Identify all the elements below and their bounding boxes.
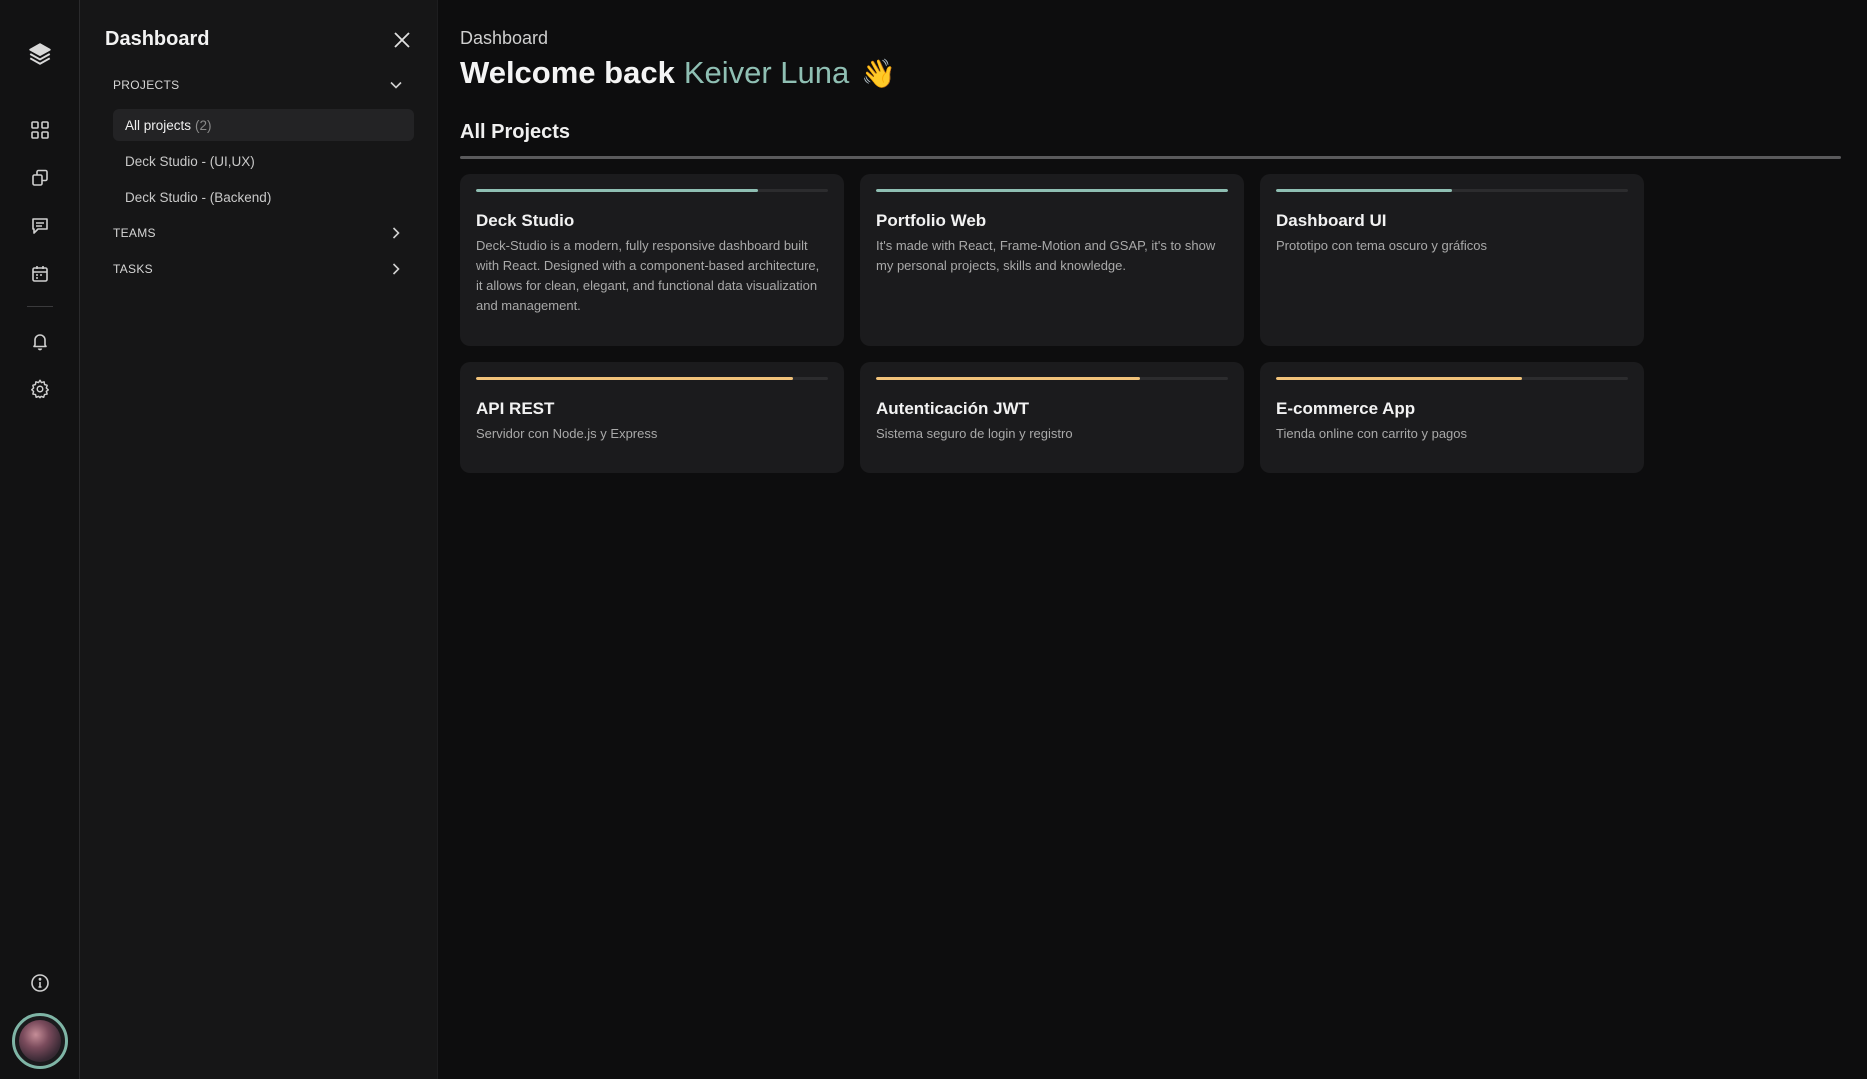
sidebar-item-deck-studio-backend[interactable]: Deck Studio - (Backend) (113, 181, 414, 213)
project-card[interactable]: Portfolio Web It's made with React, Fram… (860, 174, 1244, 346)
project-card[interactable]: E-commerce App Tienda online con carrito… (1260, 362, 1644, 473)
progress-fill (1276, 377, 1523, 380)
main-content: Dashboard Welcome back Keiver Luna 👋 All… (438, 0, 1867, 1079)
project-description: Servidor con Node.js y Express (476, 426, 658, 441)
page-title: Welcome back Keiver Luna 👋 (460, 55, 1845, 91)
progress-fill (476, 377, 793, 380)
project-description: Deck-Studio is a modern, fully responsiv… (476, 238, 820, 313)
calendar-icon[interactable] (26, 262, 54, 286)
chevron-right-icon (389, 262, 403, 276)
sidebar: Dashboard PROJECTS All projects (2) Deck… (80, 0, 438, 1079)
section-tasks[interactable]: TASKS (104, 259, 413, 279)
progress-fill (476, 189, 758, 192)
progress-fill (876, 377, 1140, 380)
progress-bar (1276, 377, 1628, 380)
chevron-right-icon (389, 226, 403, 240)
sidebar-item-deck-studio-uiux[interactable]: Deck Studio - (UI,UX) (113, 145, 414, 177)
section-divider (460, 156, 1841, 159)
close-icon[interactable] (391, 29, 413, 51)
sidebar-item-label: Deck Studio - (Backend) (125, 189, 272, 205)
sidebar-item-label: Deck Studio - (UI,UX) (125, 153, 255, 169)
progress-fill (876, 189, 1228, 192)
bell-icon[interactable] (26, 329, 54, 353)
project-title: E-commerce App (1276, 399, 1416, 418)
project-count: (2) (195, 117, 212, 133)
layers-icon[interactable] (26, 40, 54, 68)
project-title: API REST (476, 399, 555, 418)
project-description: It's made with React, Frame-Motion and G… (876, 238, 1216, 273)
progress-bar (476, 377, 828, 380)
progress-bar (876, 189, 1228, 192)
chat-icon[interactable] (26, 214, 54, 238)
sidebar-title: Dashboard (105, 28, 210, 50)
welcome-text: Welcome back (460, 55, 675, 90)
wave-emoji: 👋 (861, 57, 897, 89)
section-projects[interactable]: PROJECTS (104, 75, 413, 95)
section-label: TASKS (113, 262, 153, 276)
project-grid: Deck Studio Deck-Studio is a modern, ful… (460, 174, 1845, 473)
avatar-image (19, 1020, 61, 1062)
sidebar-item-label: All projects (125, 117, 192, 133)
project-title: Autenticación JWT (876, 399, 1030, 418)
chevron-down-icon (389, 78, 403, 92)
project-description: Tienda online con carrito y pagos (1276, 426, 1468, 441)
section-teams[interactable]: TEAMS (104, 223, 413, 243)
rail-divider (26, 306, 53, 307)
avatar[interactable] (12, 1013, 68, 1069)
breadcrumb: Dashboard (460, 28, 549, 48)
project-title: Deck Studio (476, 211, 575, 230)
sidebar-item-all-projects[interactable]: All projects (2) (113, 109, 414, 141)
progress-fill (1276, 189, 1452, 192)
section-title: All Projects (460, 121, 571, 143)
gear-icon[interactable] (26, 377, 54, 401)
icon-rail (0, 0, 80, 1079)
project-description: Prototipo con tema oscuro y gráficos (1276, 238, 1487, 253)
copy-icon[interactable] (26, 166, 54, 190)
user-name: Keiver Luna (683, 55, 850, 90)
section-label: TEAMS (113, 226, 156, 240)
project-card[interactable]: Dashboard UI Prototipo con tema oscuro y… (1260, 174, 1644, 346)
project-card[interactable]: Deck Studio Deck-Studio is a modern, ful… (460, 174, 844, 346)
project-title: Dashboard UI (1276, 211, 1387, 230)
project-title: Portfolio Web (876, 211, 987, 230)
project-card[interactable]: Autenticación JWT Sistema seguro de logi… (860, 362, 1244, 473)
info-icon[interactable] (26, 971, 54, 995)
project-description: Sistema seguro de login y registro (876, 426, 1073, 441)
progress-bar (1276, 189, 1628, 192)
section-label: PROJECTS (113, 78, 180, 92)
progress-bar (476, 189, 828, 192)
project-card[interactable]: API REST Servidor con Node.js y Express (460, 362, 844, 473)
progress-bar (876, 377, 1228, 380)
grid-icon[interactable] (26, 118, 54, 142)
